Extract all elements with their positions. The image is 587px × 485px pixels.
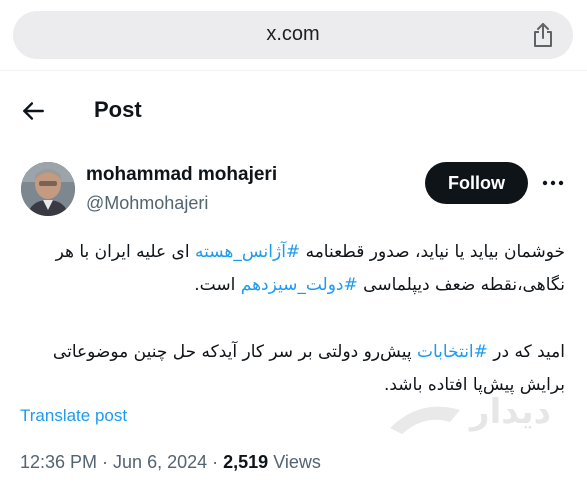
translate-post-link[interactable]: Translate post bbox=[20, 406, 127, 426]
tweet-text: خوشمان بیاید یا نیاید، صدور قطعنامه bbox=[300, 242, 565, 262]
more-options-icon[interactable] bbox=[541, 178, 565, 188]
browser-toolbar: x.com bbox=[0, 0, 587, 71]
views-count: 2,519 bbox=[223, 452, 269, 472]
page-header: Post bbox=[0, 70, 587, 150]
post-time[interactable]: 12:36 PM bbox=[20, 452, 97, 472]
avatar[interactable] bbox=[21, 162, 75, 216]
back-arrow-icon[interactable] bbox=[20, 98, 46, 124]
tweet-text: امید که در bbox=[487, 342, 565, 362]
views-label: Views bbox=[273, 452, 321, 472]
watermark-text: دیدار bbox=[470, 392, 552, 432]
hashtag-link[interactable]: #انتخابات bbox=[417, 342, 488, 362]
author-name[interactable]: mohammad mohajeri bbox=[86, 164, 277, 186]
page-title: Post bbox=[94, 97, 142, 122]
post-metadata: 12:36 PM · Jun 6, 2024 · 2,519 Views bbox=[20, 452, 321, 472]
post-date[interactable]: Jun 6, 2024 bbox=[113, 452, 207, 472]
address-bar[interactable]: x.com bbox=[13, 11, 573, 59]
share-icon[interactable] bbox=[531, 22, 555, 48]
tweet-paragraph-1: خوشمان بیاید یا نیاید، صدور قطعنامه #آژا… bbox=[20, 236, 565, 302]
hashtag-link[interactable]: #دولت_سیزدهم bbox=[241, 275, 358, 295]
follow-button[interactable]: Follow bbox=[425, 162, 528, 204]
tweet-text: است. bbox=[194, 275, 241, 295]
author-handle[interactable]: @Mohmohajeri bbox=[86, 193, 208, 214]
hashtag-link[interactable]: #آژانس_هسته bbox=[195, 242, 300, 262]
url-text: x.com bbox=[266, 23, 320, 45]
